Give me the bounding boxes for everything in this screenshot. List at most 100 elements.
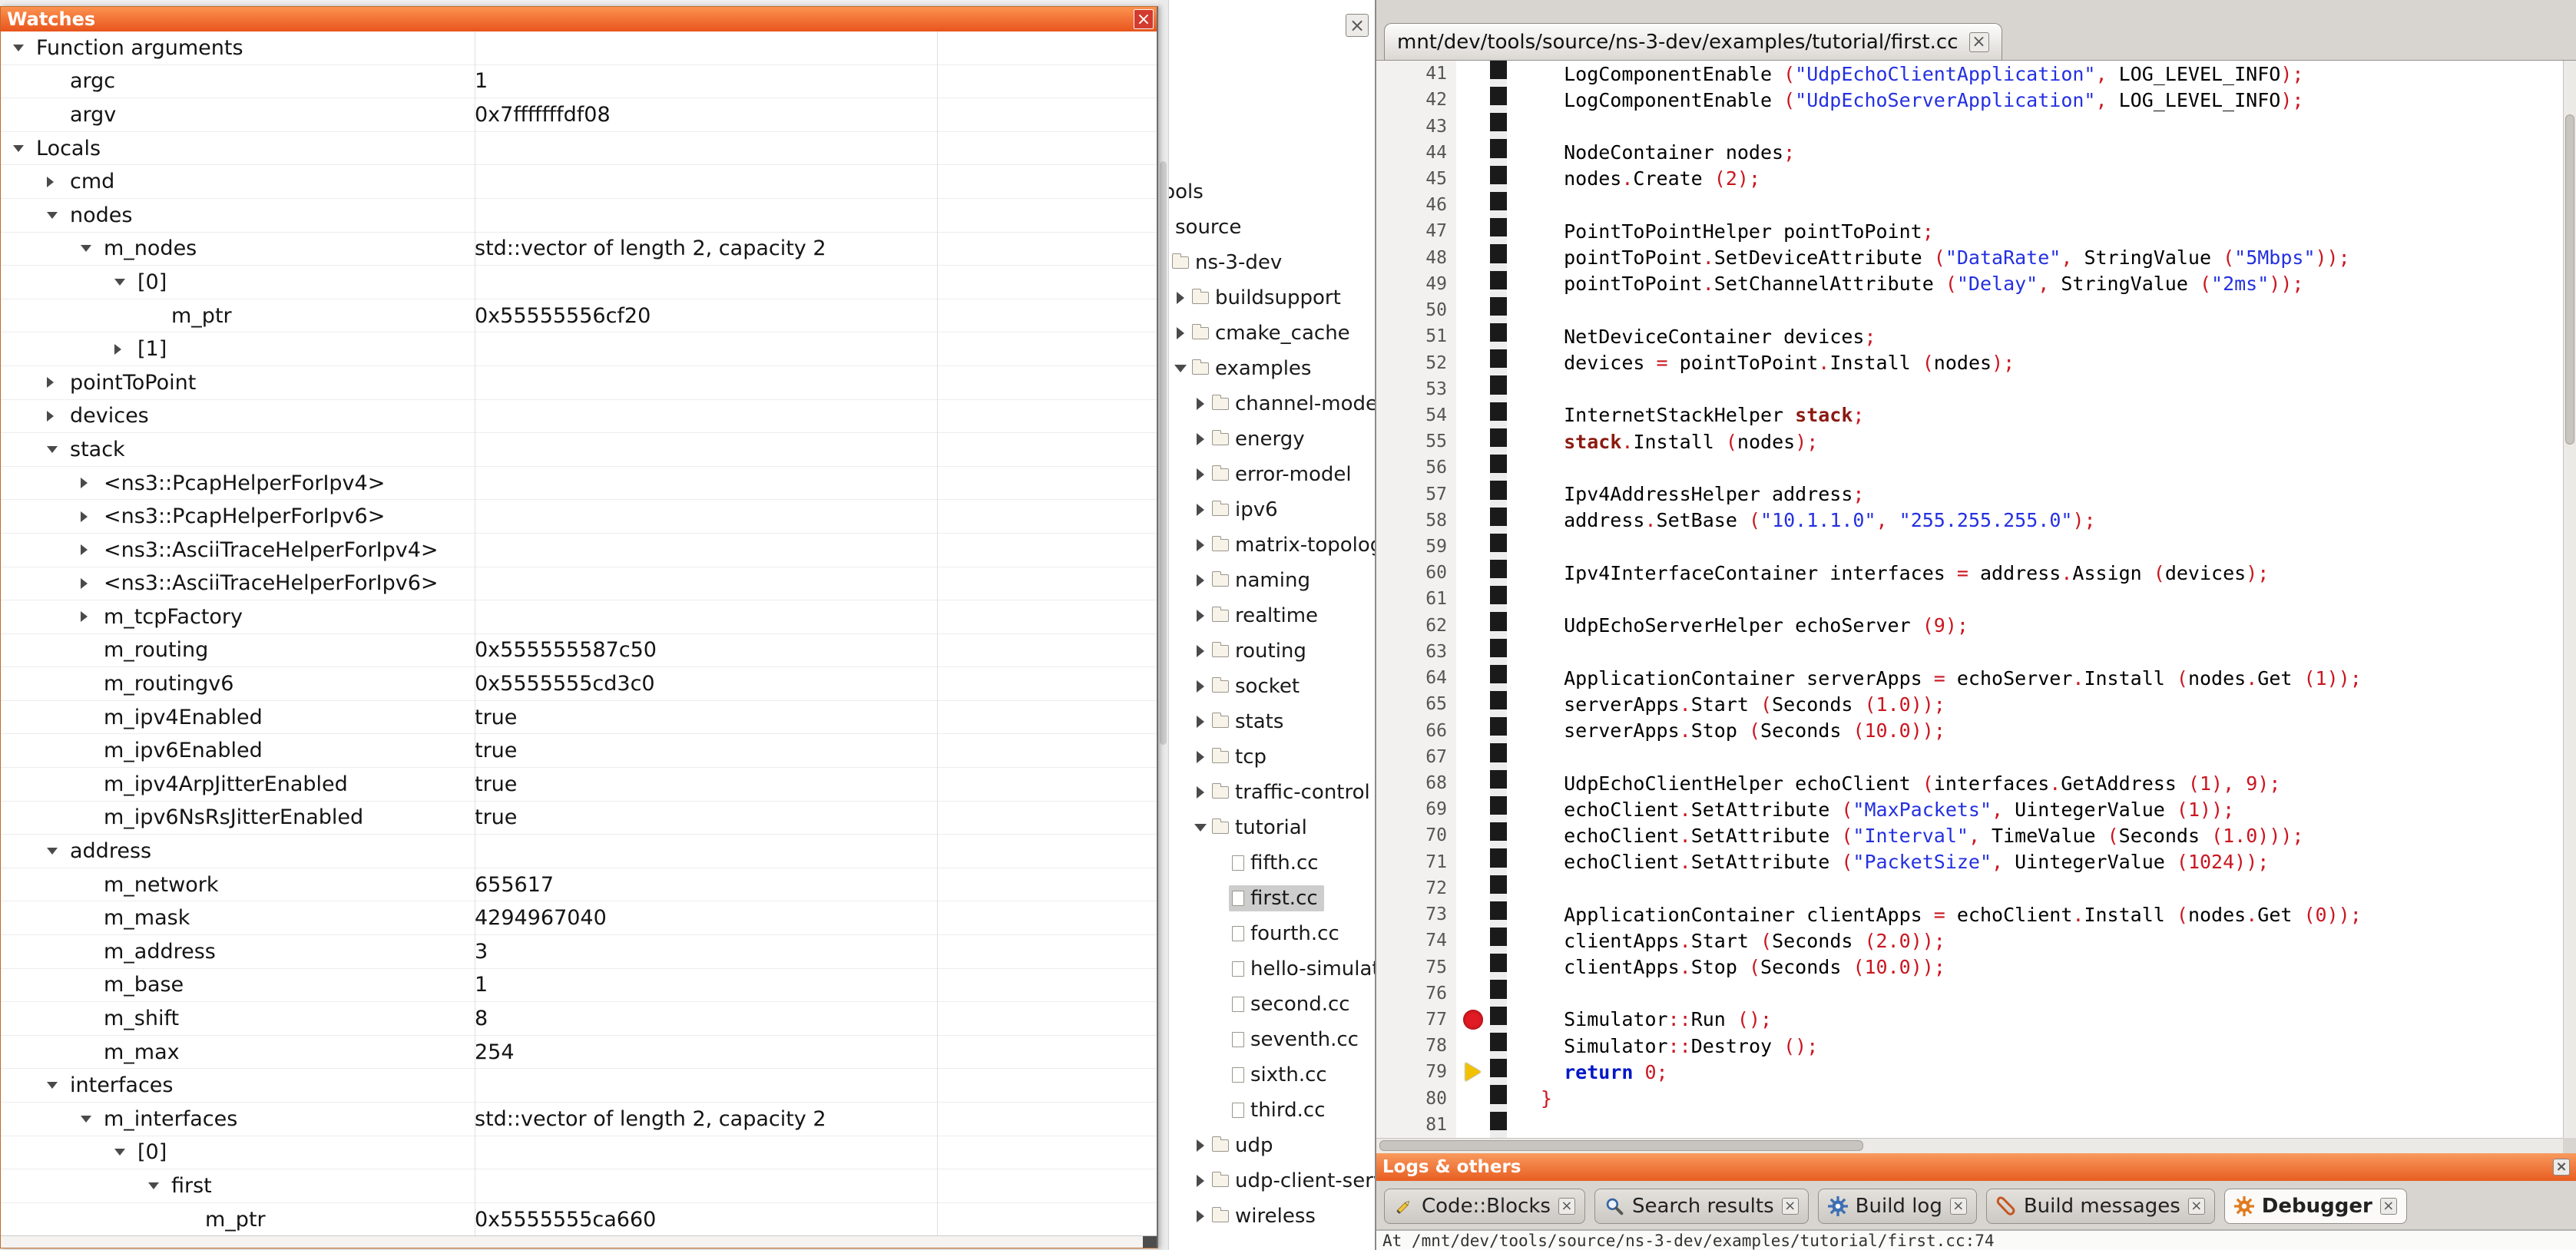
breakpoint-margin[interactable] xyxy=(1456,954,1490,980)
expander-closed-icon[interactable] xyxy=(1192,751,1209,763)
breakpoint-margin[interactable] xyxy=(1456,87,1490,113)
line-number[interactable]: 55 xyxy=(1376,428,1456,455)
line-number[interactable]: 70 xyxy=(1376,822,1456,848)
watches-horizontal-scrollbar[interactable] xyxy=(1,1235,1157,1248)
breakpoint-margin[interactable] xyxy=(1456,744,1490,770)
breakpoint-margin[interactable] xyxy=(1456,1112,1490,1138)
watch-row[interactable]: m_max254 xyxy=(1,1036,1157,1070)
line-number[interactable]: 80 xyxy=(1376,1086,1456,1112)
code-line[interactable]: 54 InternetStackHelper stack; xyxy=(1376,402,2563,428)
code-line[interactable]: 42 LogComponentEnable ("UdpEchoServerApp… xyxy=(1376,87,2563,113)
expander-open-icon[interactable] xyxy=(13,145,36,152)
code-line[interactable]: 72 xyxy=(1376,875,2563,901)
code-line[interactable]: 45 nodes.Create (2); xyxy=(1376,166,2563,192)
expander-closed-icon[interactable] xyxy=(1192,680,1209,693)
expander-closed-icon[interactable] xyxy=(1192,1139,1209,1152)
expander-closed-icon[interactable] xyxy=(47,177,70,187)
watch-row[interactable]: m_ptr0x55555556cf20 xyxy=(1,299,1157,333)
expander-closed-icon[interactable] xyxy=(1192,398,1209,410)
tree-folder-ns-3-dev[interactable]: ns-3-dev xyxy=(1169,245,1375,280)
watch-row[interactable]: cmd xyxy=(1,165,1157,199)
line-number[interactable]: 61 xyxy=(1376,586,1456,612)
code-line[interactable]: 52 devices = pointToPoint.Install (nodes… xyxy=(1376,349,2563,375)
line-number[interactable]: 49 xyxy=(1376,271,1456,297)
log-tab-code-blocks[interactable]: Code::Blocks× xyxy=(1384,1189,1585,1224)
code-line[interactable]: 59 xyxy=(1376,534,2563,560)
breakpoint-margin[interactable] xyxy=(1456,560,1490,586)
expander-open-icon[interactable] xyxy=(81,245,104,252)
watch-row[interactable]: m_ipv4Enabledtrue xyxy=(1,701,1157,735)
expander-closed-icon[interactable] xyxy=(1172,327,1189,339)
watch-row[interactable]: m_shift8 xyxy=(1,1002,1157,1036)
line-number[interactable]: 57 xyxy=(1376,481,1456,508)
expander-open-icon[interactable] xyxy=(47,212,70,219)
close-icon[interactable]: × xyxy=(1950,1198,1967,1215)
tree-folder-routing[interactable]: routing xyxy=(1169,633,1375,669)
close-icon[interactable]: × xyxy=(1558,1198,1575,1215)
close-icon[interactable]: × xyxy=(1346,14,1369,37)
watch-row[interactable]: first xyxy=(1,1169,1157,1203)
breakpoint-margin[interactable] xyxy=(1456,691,1490,717)
code-line[interactable]: 75 clientApps.Stop (Seconds (10.0)); xyxy=(1376,954,2563,980)
breakpoint-margin[interactable] xyxy=(1456,875,1490,901)
line-number[interactable]: 43 xyxy=(1376,113,1456,139)
code-line[interactable]: 62 UdpEchoServerHelper echoServer (9); xyxy=(1376,613,2563,639)
line-number[interactable]: 59 xyxy=(1376,534,1456,560)
code-line[interactable]: 43 xyxy=(1376,113,2563,139)
editor-tab[interactable]: mnt/dev/tools/source/ns-3-dev/examples/t… xyxy=(1384,23,2002,60)
watch-row[interactable]: <ns3::PcapHelperForIpv6> xyxy=(1,500,1157,534)
breakpoint-margin[interactable] xyxy=(1456,717,1490,743)
code-line[interactable]: 46 xyxy=(1376,192,2563,218)
tree-folder-error-model[interactable]: error-model xyxy=(1169,457,1375,492)
line-number[interactable]: 78 xyxy=(1376,1033,1456,1059)
watch-row[interactable]: <ns3::AsciiTraceHelperForIpv6> xyxy=(1,567,1157,601)
watch-row[interactable]: [0] xyxy=(1,1136,1157,1170)
tree-folder-energy[interactable]: energy xyxy=(1169,422,1375,457)
code-line[interactable]: 49 pointToPoint.SetChannelAttribute ("De… xyxy=(1376,271,2563,297)
tree-folder-buildsupport[interactable]: buildsupport xyxy=(1169,280,1375,316)
breakpoint-margin[interactable] xyxy=(1456,928,1490,954)
watch-row[interactable]: [1] xyxy=(1,332,1157,366)
tree-file-hello-simulator-cc[interactable]: hello-simulator.cc xyxy=(1169,951,1375,987)
expander-closed-icon[interactable] xyxy=(47,411,70,422)
code-line[interactable]: 53 xyxy=(1376,376,2563,402)
watch-row[interactable]: m_ptr0x5555555ca660 xyxy=(1,1203,1157,1235)
code-line[interactable]: 64 ApplicationContainer serverApps = ech… xyxy=(1376,665,2563,691)
line-number[interactable]: 52 xyxy=(1376,349,1456,375)
watch-row[interactable]: argv0x7fffffffdf08 xyxy=(1,98,1157,132)
log-tab-search-results[interactable]: Search results× xyxy=(1594,1189,1809,1224)
editor-vertical-scrollbar[interactable] xyxy=(2563,61,2576,1138)
code-line[interactable]: 61 xyxy=(1376,586,2563,612)
line-number[interactable]: 73 xyxy=(1376,901,1456,928)
code-line[interactable]: 66 serverApps.Stop (Seconds (10.0)); xyxy=(1376,717,2563,743)
tree-folder-realtime[interactable]: realtime xyxy=(1169,598,1375,633)
watch-row[interactable]: m_ipv6Enabledtrue xyxy=(1,734,1157,768)
line-number[interactable]: 63 xyxy=(1376,639,1456,665)
breakpoint-margin[interactable] xyxy=(1456,140,1490,166)
breakpoint-margin[interactable] xyxy=(1456,481,1490,508)
tree-file-third-cc[interactable]: third.cc xyxy=(1169,1093,1375,1128)
watch-row[interactable]: m_address3 xyxy=(1,935,1157,969)
expander-closed-icon[interactable] xyxy=(1192,433,1209,445)
tree-folder-matrix-topology[interactable]: matrix-topology xyxy=(1169,527,1375,563)
tree-folder-source[interactable]: source xyxy=(1169,210,1375,245)
expander-closed-icon[interactable] xyxy=(1192,786,1209,799)
line-number[interactable]: 65 xyxy=(1376,691,1456,717)
code-line[interactable]: 76 xyxy=(1376,980,2563,1007)
tree-folder-examples[interactable]: examples xyxy=(1169,351,1375,386)
tree-folder-socket[interactable]: socket xyxy=(1169,669,1375,704)
code-line[interactable]: 77 Simulator::Run (); xyxy=(1376,1007,2563,1033)
expander-closed-icon[interactable] xyxy=(1192,574,1209,587)
expander-closed-icon[interactable] xyxy=(1192,610,1209,622)
expander-open-icon[interactable] xyxy=(114,279,137,286)
line-number[interactable]: 53 xyxy=(1376,376,1456,402)
scrollbar-thumb[interactable] xyxy=(1379,1140,1863,1151)
tree-file-fifth-cc[interactable]: fifth.cc xyxy=(1169,845,1375,881)
expander-closed-icon[interactable] xyxy=(1192,1175,1209,1187)
breakpoint-margin[interactable] xyxy=(1456,586,1490,612)
code-line[interactable]: 55 stack.Install (nodes); xyxy=(1376,428,2563,455)
breakpoint-margin[interactable] xyxy=(1456,901,1490,928)
line-number[interactable]: 69 xyxy=(1376,796,1456,822)
line-number[interactable]: 45 xyxy=(1376,166,1456,192)
code-line[interactable]: 60 Ipv4InterfaceContainer interfaces = a… xyxy=(1376,560,2563,586)
